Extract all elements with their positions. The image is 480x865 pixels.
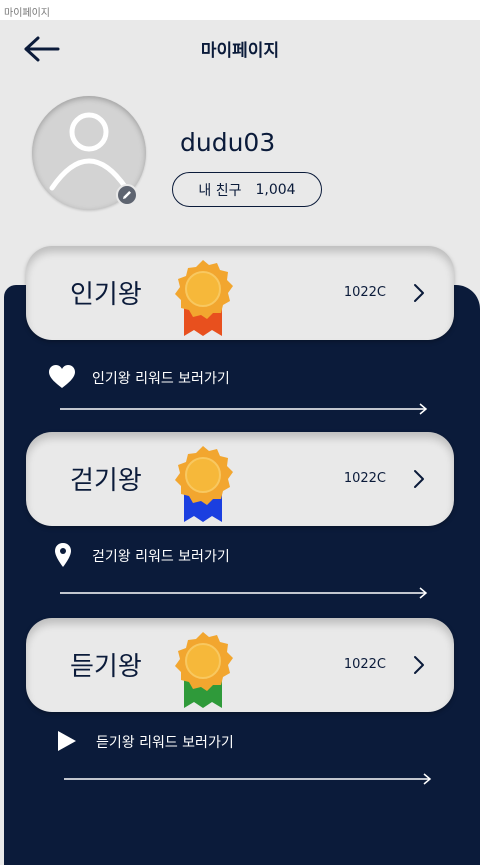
chevron-right-icon bbox=[414, 470, 424, 488]
category-card-popular[interactable]: 인기왕 1022C bbox=[26, 246, 454, 340]
reward-label: 듣기왕 리워드 보러가기 bbox=[96, 735, 234, 751]
heart-icon bbox=[49, 365, 75, 388]
page-title: 마이페이지 bbox=[200, 41, 280, 61]
profile-section: dudu03 내 친구 1,004 bbox=[0, 96, 480, 226]
play-icon bbox=[58, 731, 76, 751]
app-screen: 마이페이지 dudu03 내 친구 1,004 인기왕 1022C 인기왕 리워… bbox=[0, 20, 480, 865]
reward-link-listening[interactable]: 듣기왕 리워드 보러가기 bbox=[48, 726, 448, 756]
edit-profile-button[interactable] bbox=[116, 184, 138, 206]
arrow-right-line-icon bbox=[64, 773, 432, 785]
friends-button[interactable]: 내 친구 1,004 bbox=[172, 172, 322, 207]
arrow-right-line-icon bbox=[60, 403, 428, 415]
card-title: 듣기왕 bbox=[70, 652, 142, 682]
category-card-listening[interactable]: 듣기왕 1022C bbox=[26, 618, 454, 712]
username: dudu03 bbox=[180, 128, 276, 157]
reward-label: 인기왕 리워드 보러가기 bbox=[92, 371, 230, 387]
medal-icon bbox=[175, 260, 233, 336]
chevron-right-icon bbox=[414, 656, 424, 674]
card-title: 걷기왕 bbox=[70, 466, 142, 496]
card-points: 1022C bbox=[343, 657, 386, 672]
location-pin-icon bbox=[55, 543, 71, 567]
window-tab-title: 마이페이지 bbox=[4, 8, 50, 19]
friends-count: 1,004 bbox=[255, 181, 296, 198]
card-points: 1022C bbox=[343, 285, 386, 300]
chevron-right-icon bbox=[414, 284, 424, 302]
header: 마이페이지 bbox=[0, 20, 480, 80]
arrow-right-line-icon bbox=[60, 587, 428, 599]
medal-icon bbox=[175, 446, 233, 522]
card-points: 1022C bbox=[343, 471, 386, 486]
category-card-walking[interactable]: 걷기왕 1022C bbox=[26, 432, 454, 526]
reward-link-walking[interactable]: 걷기왕 리워드 보러가기 bbox=[48, 540, 448, 570]
card-title: 인기왕 bbox=[70, 280, 142, 310]
pencil-icon bbox=[123, 191, 131, 199]
reward-link-popular[interactable]: 인기왕 리워드 보러가기 bbox=[48, 362, 448, 392]
reward-label: 걷기왕 리워드 보러가기 bbox=[92, 549, 230, 565]
medal-icon bbox=[175, 632, 233, 708]
friends-label: 내 친구 bbox=[198, 182, 242, 199]
